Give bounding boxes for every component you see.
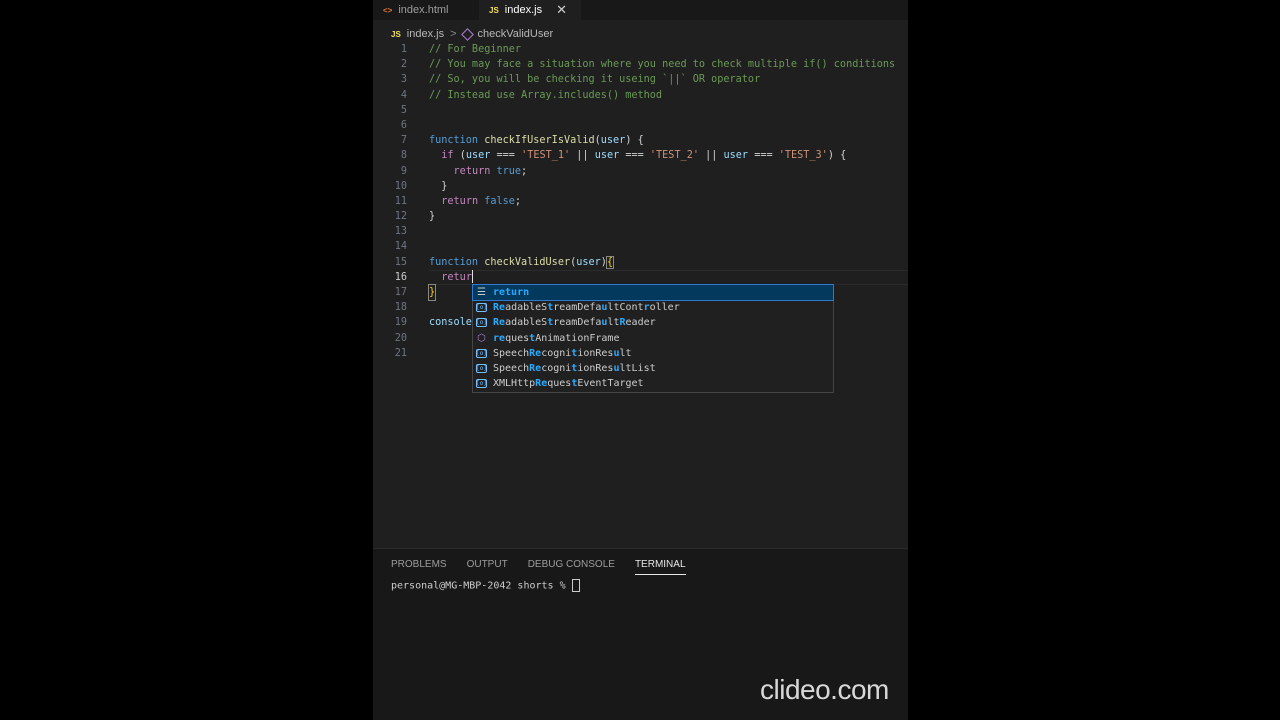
line-number: 7 — [400, 135, 407, 147]
variable-icon: [o] — [476, 364, 487, 374]
line-number: 21 — [394, 347, 407, 359]
terminal-cursor — [571, 579, 580, 592]
code-text: return false; — [441, 195, 522, 207]
code-text: if (user === 'TEST_1' || user === 'TEST_… — [441, 150, 847, 162]
line-number: 6 — [400, 119, 407, 131]
line-number: 13 — [394, 226, 407, 238]
line-number: 17 — [394, 287, 407, 298]
variable-icon: [o] — [476, 303, 487, 313]
code-line-active: 16 retur — [373, 269, 908, 285]
method-icon: ⬡ — [477, 332, 486, 344]
suggestion-label: ReadableStreamDefaultReader — [493, 317, 656, 329]
line-number: 5 — [400, 104, 407, 116]
breadcrumb: JS index.js > checkValidUser — [391, 27, 553, 41]
autocomplete-popup: ☰ retur n [o] ReadableStreamDefaultControll… — [472, 283, 834, 393]
keyword-icon: ☰ — [477, 287, 486, 298]
suggestion-label: ReadableStreamDefaultController — [493, 302, 680, 314]
tab-problems[interactable]: PROBLEMS — [391, 559, 447, 575]
panel-tabs: PROBLEMS OUTPUT DEBUG CONSOLE TERMINAL — [391, 559, 706, 575]
code-line: 14 — [373, 239, 908, 254]
code-line: 8 if (user === 'TEST_1' || user === 'TES… — [373, 148, 908, 163]
tab-label: index.js — [504, 4, 543, 16]
variable-icon: [o] — [476, 348, 487, 358]
tab-label: index.html — [398, 4, 449, 16]
html-file-icon: <> — [383, 5, 393, 15]
code-line: 3 // So, you will be checking it useing `… — [373, 72, 908, 87]
tab-index-js[interactable]: JS index.js ✕ — [479, 0, 581, 20]
line-number: 4 — [400, 89, 407, 101]
code-text: function checkIfUserIsValid(user) { — [429, 135, 644, 147]
suggestion-item[interactable]: ⬡ requestAnimationFrame — [473, 331, 833, 346]
breadcrumb-file[interactable]: index.js — [407, 28, 444, 40]
code-text: function checkValidUser(user){ — [429, 255, 615, 269]
code-text: } — [427, 283, 437, 302]
line-number: 14 — [394, 241, 407, 253]
tab-terminal[interactable]: TERMINAL — [634, 559, 686, 575]
code-line: 1 // For Beginner — [373, 42, 908, 57]
tab-output[interactable]: OUTPUT — [467, 559, 508, 575]
suggestion-label: requestAnimationFrame — [493, 332, 620, 344]
line-number: 1 — [400, 44, 407, 55]
line-number: 19 — [394, 317, 407, 329]
comment: // For Beginner — [429, 44, 522, 55]
code-text: } — [429, 211, 436, 223]
close-tab-icon[interactable]: ✕ — [556, 2, 567, 18]
line-number: 18 — [394, 302, 407, 314]
code-line: 7 function checkIfUserIsValid(user) { — [373, 133, 908, 148]
text-cursor — [471, 270, 473, 284]
js-file-icon: JS — [489, 5, 499, 15]
suggestion-item[interactable]: [o] SpeechRecognitionResultList — [473, 361, 833, 376]
tab-index-html[interactable]: <> index.html — [383, 0, 479, 20]
code-line: 15 function checkValidUser(user){ — [373, 255, 908, 270]
variable-icon: [o] — [476, 318, 487, 328]
line-number: 20 — [394, 332, 407, 344]
suggestion-label: SpeechRecognitionResultList — [493, 362, 656, 374]
code-line: 9 return true; — [373, 164, 908, 179]
breadcrumb-symbol[interactable]: checkValidUser — [478, 28, 554, 40]
code-line: 12} — [373, 209, 908, 224]
line-number: 11 — [394, 195, 407, 207]
comment: // Instead use Array.includes() method — [429, 89, 663, 101]
method-icon — [460, 27, 474, 41]
comment: // You may face a situation where you ne… — [429, 59, 896, 71]
code-line: 6 — [373, 118, 908, 133]
line-number: 9 — [400, 165, 407, 177]
code-line: 10 } — [373, 179, 908, 194]
code-text: return true; — [453, 165, 528, 177]
terminal-prompt: personal@MG-MBP-2042 shorts % — [391, 580, 572, 592]
line-number: 12 — [394, 211, 407, 223]
comment: // So, you will be checking it useing `|… — [429, 74, 761, 86]
code-line: 2 // You may face a situation where you n… — [373, 57, 908, 72]
code-line: 4 // Instead use Array.includes() method — [373, 88, 908, 103]
suggestion-item[interactable]: [o] ReadableStreamDefaultController — [473, 300, 833, 315]
line-number: 15 — [394, 256, 407, 268]
suggestion-item[interactable]: [o] XMLHttpRequestEventTarget — [473, 376, 833, 391]
line-number: 8 — [400, 150, 407, 162]
suggestion-label: XMLHttpRequestEventTarget — [493, 378, 644, 390]
code-text: console — [429, 317, 472, 329]
line-number: 2 — [400, 59, 407, 71]
js-file-icon: JS — [391, 29, 401, 39]
variable-icon: [o] — [476, 379, 487, 389]
tab-debug-console[interactable]: DEBUG CONSOLE — [528, 559, 615, 575]
code-line: 13 — [373, 224, 908, 239]
suggestion-item[interactable]: ☰ retur n — [472, 283, 834, 302]
watermark: clideo.com — [760, 674, 889, 705]
chevron-right-icon: > — [450, 28, 457, 40]
terminal[interactable]: personal@MG-MBP-2042 shorts % — [391, 579, 580, 592]
tab-bar: <> index.html JS index.js ✕ — [373, 0, 908, 20]
line-number: 10 — [394, 180, 407, 192]
code-text: } — [429, 180, 448, 192]
line-number: 16 — [394, 271, 407, 283]
code-line: 5 — [373, 103, 908, 118]
code-line: 11 return false; — [373, 194, 908, 209]
current-line-highlight — [429, 269, 908, 285]
editor-window: <> index.html JS index.js ✕ JS index.js … — [373, 0, 908, 720]
line-number: 3 — [400, 74, 407, 86]
suggestion-item[interactable]: [o] ReadableStreamDefaultReader — [473, 315, 833, 330]
suggestion-label: SpeechRecognitionResult — [493, 347, 632, 359]
code-text: retur — [441, 270, 473, 284]
suggestion-item[interactable]: [o] SpeechRecognitionResult — [473, 346, 833, 361]
